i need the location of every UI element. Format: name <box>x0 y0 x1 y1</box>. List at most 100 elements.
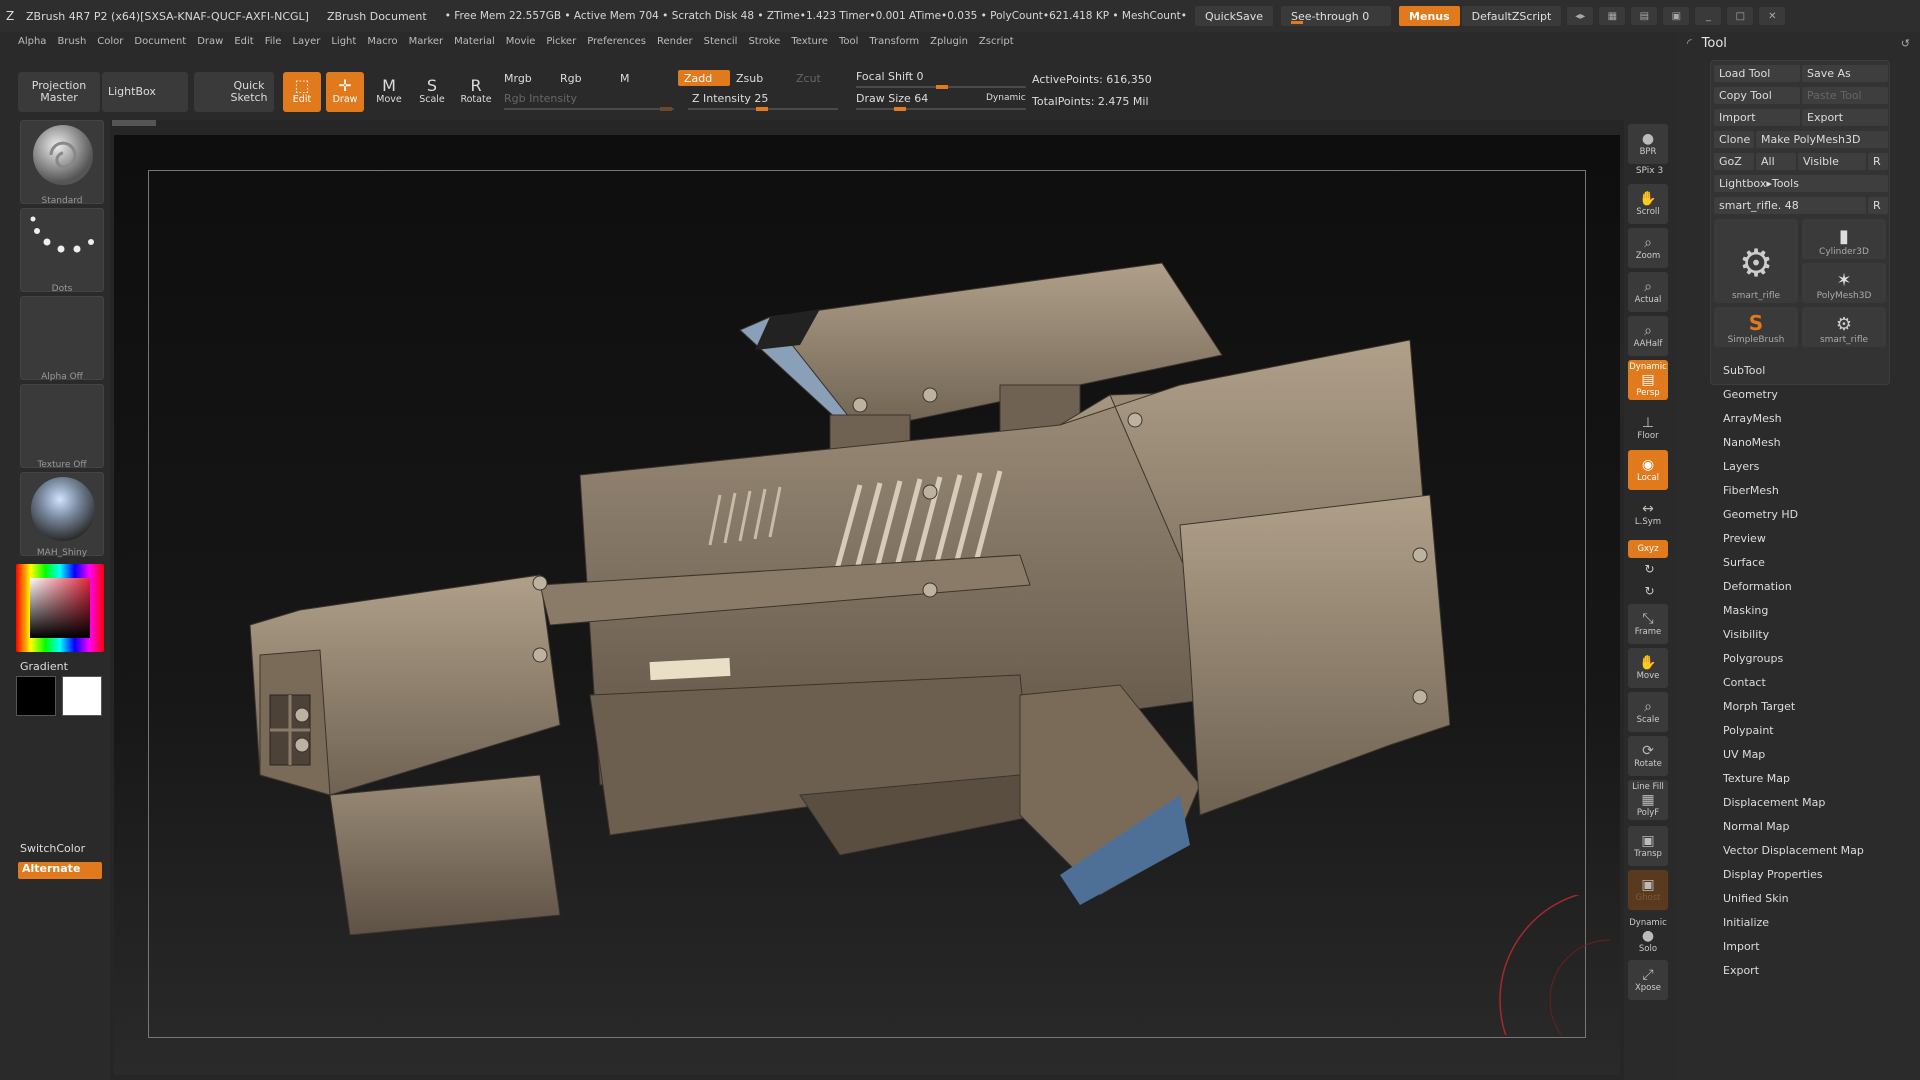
mrgb-button[interactable]: Mrgb <box>504 72 532 85</box>
zoom-button[interactable]: ⌕ Zoom <box>1628 228 1668 268</box>
tool-thumb-polymesh[interactable]: ✶ PolyMesh3D <box>1802 263 1886 303</box>
palette-reset-icon[interactable]: ↺ <box>1901 37 1910 50</box>
menu-picker[interactable]: Picker <box>546 36 576 47</box>
draw-button[interactable]: ✛ Draw <box>326 72 364 112</box>
rgb-intensity-track[interactable] <box>504 107 674 111</box>
alpha-selector[interactable] <box>20 296 104 380</box>
menu-color[interactable]: Color <box>97 36 123 47</box>
menu-light[interactable]: Light <box>331 36 356 47</box>
dynamic-toggle[interactable]: Dynamic <box>986 93 1026 103</box>
minimize-icon[interactable]: _ <box>1695 7 1722 25</box>
shelf-scale-button[interactable]: ⌕ Scale <box>1628 692 1668 732</box>
zsub-button[interactable]: Zsub <box>736 72 763 85</box>
z-intensity-track[interactable] <box>688 107 838 111</box>
scroll-button[interactable]: ✋ Scroll <box>1628 184 1668 224</box>
secondary-color-swatch[interactable] <box>62 676 102 716</box>
tool-section-deformation[interactable]: Deformation <box>1723 580 1792 593</box>
tool-section-masking[interactable]: Masking <box>1723 604 1768 617</box>
tool-section-uv-map[interactable]: UV Map <box>1723 748 1765 761</box>
tool-section-texture-map[interactable]: Texture Map <box>1723 772 1790 785</box>
quicksave-button[interactable]: QuickSave <box>1194 6 1274 26</box>
layout-arrows-icon[interactable]: ◂▸ <box>1567 7 1594 25</box>
projection-master-button[interactable]: Projection Master <box>18 72 100 112</box>
spix-slider[interactable]: SPix 3 <box>1624 166 1675 176</box>
floor-button[interactable]: ⊥ Floor <box>1628 408 1668 448</box>
tool-section-morph-target[interactable]: Morph Target <box>1723 700 1795 713</box>
tool-section-contact[interactable]: Contact <box>1723 676 1766 689</box>
solo-button[interactable]: Dynamic ● Solo <box>1628 916 1668 956</box>
smart-rifle-model[interactable] <box>240 255 1450 935</box>
lsym-button[interactable]: ↔ L.Sym <box>1628 494 1668 534</box>
menu-stroke[interactable]: Stroke <box>748 36 780 47</box>
make-polymesh-button[interactable]: Make PolyMesh3D <box>1756 131 1888 148</box>
ui-color-icon[interactable]: ▤ <box>1631 7 1658 25</box>
tool-section-vector-displacement-map[interactable]: Vector Displacement Map <box>1723 844 1864 857</box>
tool-section-geometry-hd[interactable]: Geometry HD <box>1723 508 1798 521</box>
tool-thumb-cylinder[interactable]: ▮ Cylinder3D <box>1802 219 1886 259</box>
goz-r-button[interactable]: R <box>1868 153 1888 170</box>
maximize-icon[interactable]: □ <box>1727 7 1754 25</box>
move-button[interactable]: M Move <box>370 72 408 112</box>
rgb-intensity-knob[interactable] <box>660 107 672 111</box>
tool-thumb-smart-rifle[interactable]: ⚙ smart_rifle <box>1714 219 1798 303</box>
close-icon[interactable]: ✕ <box>1759 7 1786 25</box>
goz-visible-button[interactable]: Visible <box>1798 153 1866 170</box>
shelf-move-button[interactable]: ✋ Move <box>1628 648 1668 688</box>
tool-section-layers[interactable]: Layers <box>1723 460 1759 473</box>
rotate-y-icon[interactable]: ↻ <box>1624 562 1675 576</box>
default-zscript-button[interactable]: DefaultZScript <box>1461 6 1562 26</box>
save-as-button[interactable]: Save As <box>1802 65 1888 82</box>
menu-brush[interactable]: Brush <box>57 36 86 47</box>
menu-marker[interactable]: Marker <box>409 36 444 47</box>
tool-section-nanomesh[interactable]: NanoMesh <box>1723 436 1781 449</box>
menu-macro[interactable]: Macro <box>367 36 397 47</box>
persp-button[interactable]: Dynamic ▤ Persp <box>1628 360 1668 400</box>
brush-selector[interactable] <box>20 120 104 204</box>
menu-edit[interactable]: Edit <box>234 36 253 47</box>
alternate-button[interactable]: Alternate <box>18 862 102 879</box>
aahalf-button[interactable]: ⌕ AAHalf <box>1628 316 1668 356</box>
rgb-button[interactable]: Rgb <box>560 72 582 85</box>
tool-section-subtool[interactable]: SubTool <box>1723 364 1765 377</box>
import-button[interactable]: Import <box>1714 109 1800 126</box>
menu-preferences[interactable]: Preferences <box>587 36 646 47</box>
transp-button[interactable]: ▣ Transp <box>1628 826 1668 866</box>
menu-document[interactable]: Document <box>134 36 186 47</box>
switchcolor-button[interactable]: SwitchColor <box>20 842 85 855</box>
ui-layout-icon[interactable]: ▦ <box>1599 7 1626 25</box>
bpr-button[interactable]: ● BPR <box>1628 124 1668 164</box>
tool-section-unified-skin[interactable]: Unified Skin <box>1723 892 1789 905</box>
focal-shift-slider[interactable]: Focal Shift 0 <box>856 70 924 83</box>
tool-section-polygroups[interactable]: Polygroups <box>1723 652 1783 665</box>
menu-file[interactable]: File <box>265 36 282 47</box>
draw-size-track[interactable] <box>856 107 1026 111</box>
menu-layer[interactable]: Layer <box>292 36 320 47</box>
current-tool-slider[interactable]: smart_rifle. 48 <box>1714 197 1866 214</box>
palette-pin-icon[interactable]: ◜ <box>1687 36 1692 50</box>
rotate-z-icon[interactable]: ↻ <box>1624 584 1675 598</box>
zadd-button[interactable]: Zadd <box>678 70 730 86</box>
draw-size-slider[interactable]: Draw Size 64 <box>856 92 928 105</box>
tool-r-button[interactable]: R <box>1868 197 1888 214</box>
draw-size-knob[interactable] <box>894 107 906 111</box>
xyz-button[interactable]: Gxyz <box>1628 540 1668 558</box>
tool-section-arraymesh[interactable]: ArrayMesh <box>1723 412 1782 425</box>
menus-toggle[interactable]: Menus <box>1399 6 1460 26</box>
menu-tool[interactable]: Tool <box>839 36 858 47</box>
goz-all-button[interactable]: All <box>1756 153 1796 170</box>
texture-selector[interactable] <box>20 384 104 468</box>
lightbox-button[interactable]: LightBox <box>102 72 188 112</box>
menu-zscript[interactable]: Zscript <box>979 36 1014 47</box>
color-saturation-square[interactable] <box>30 578 90 638</box>
menu-render[interactable]: Render <box>657 36 693 47</box>
goz-button[interactable]: GoZ <box>1714 153 1754 170</box>
clone-button[interactable]: Clone <box>1714 131 1754 148</box>
m-button[interactable]: M <box>620 72 630 85</box>
tool-palette-header[interactable]: ◜ Tool ↺ <box>1675 32 1920 54</box>
tool-section-display-properties[interactable]: Display Properties <box>1723 868 1823 881</box>
copy-tool-button[interactable]: Copy Tool <box>1714 87 1800 104</box>
tool-section-displacement-map[interactable]: Displacement Map <box>1723 796 1825 809</box>
tool-section-preview[interactable]: Preview <box>1723 532 1766 545</box>
paste-tool-button[interactable]: Paste Tool <box>1802 87 1888 104</box>
focal-shift-track[interactable] <box>856 85 1026 89</box>
